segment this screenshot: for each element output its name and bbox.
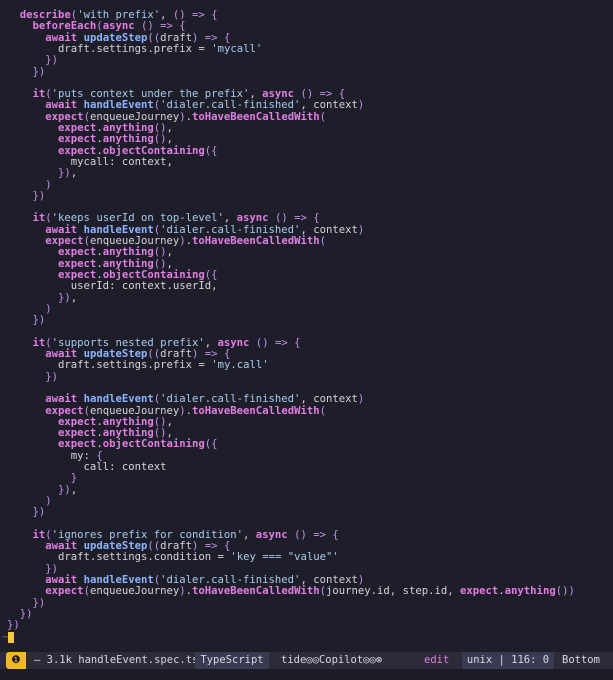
empty-buffer-line: ~ [2, 631, 15, 643]
code-line[interactable]: }) [7, 507, 46, 518]
mode-indicator-icon: ❶ [6, 652, 26, 669]
code-line[interactable]: expect(enqueueJourney).toHaveBeenCalledW… [7, 586, 575, 597]
status-line: ❶ – 3.1k handleEvent.spec.ts TypeScript … [0, 652, 613, 669]
code-line[interactable]: }) [7, 371, 58, 383]
plugin-status: tide◎◎Copilot◎◎⊗ [281, 654, 383, 666]
code-line[interactable]: }) [7, 620, 20, 631]
file-format-position: unix | 116: 0 [462, 652, 554, 669]
code-editor[interactable]: describe('with prefix', () => { beforeEa… [0, 0, 613, 652]
code-line[interactable]: }) [7, 66, 46, 78]
scroll-position: Bottom [562, 654, 600, 666]
edit-mode: edit [424, 654, 450, 666]
text-cursor [8, 631, 15, 643]
file-name: – 3.1k handleEvent.spec.ts [34, 654, 199, 666]
code-line[interactable]: }) [7, 190, 46, 202]
code-line[interactable]: }) [7, 314, 46, 326]
language-indicator: TypeScript [195, 652, 269, 669]
